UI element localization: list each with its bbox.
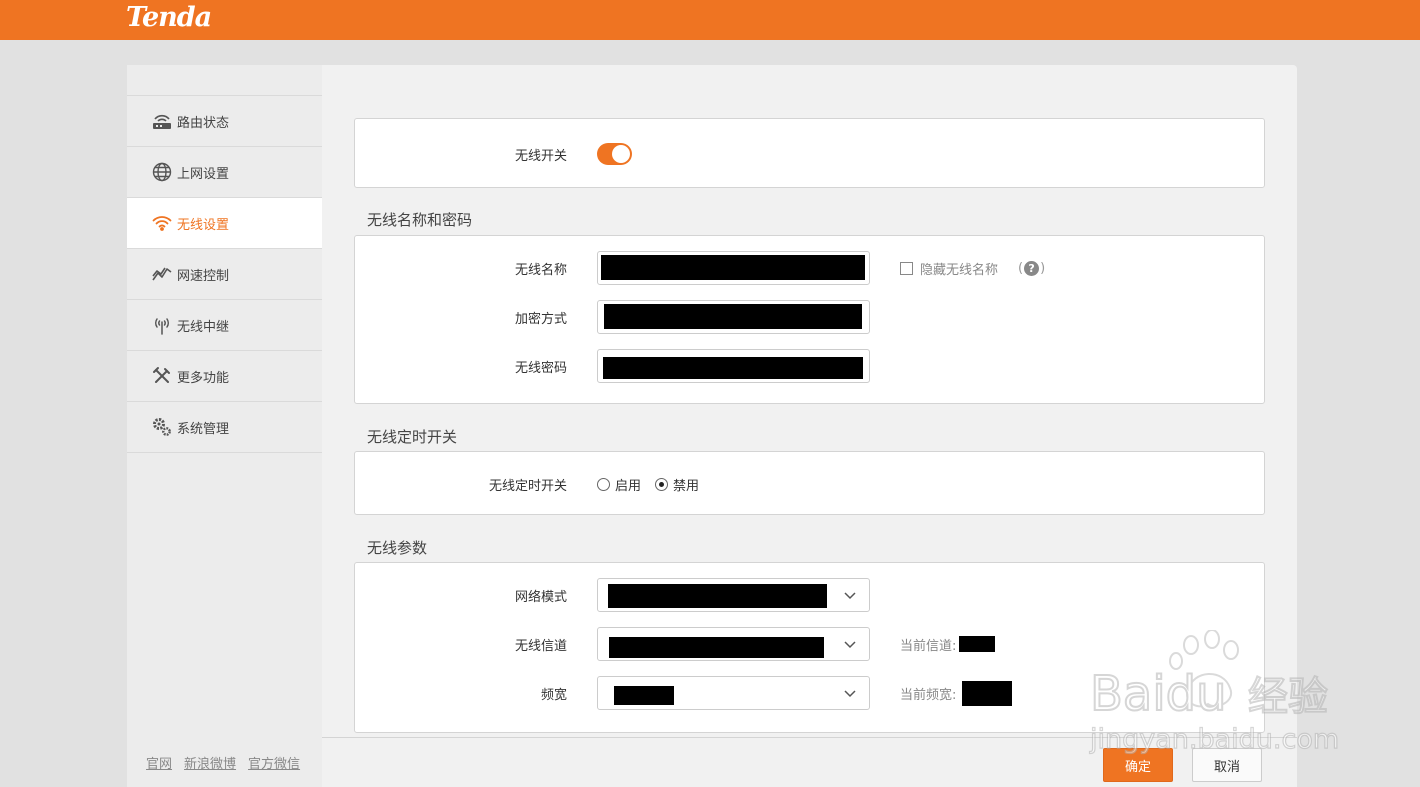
network-mode-row: 网络模式	[355, 578, 1264, 612]
ssid-input[interactable]	[597, 251, 870, 285]
weibo-link[interactable]: 新浪微博	[184, 753, 236, 772]
network-mode-select[interactable]	[597, 578, 870, 612]
wireless-switch-card: 无线开关	[354, 118, 1265, 188]
bandwidth-select[interactable]	[597, 676, 870, 710]
sidebar-item-label: 更多功能	[177, 370, 230, 386]
cancel-button[interactable]: 取消	[1192, 748, 1262, 782]
schedule-label: 无线定时开关	[488, 478, 567, 494]
bandwidth-row: 频宽 当前频宽:	[355, 676, 1264, 710]
sidebar-nav: 路由状态 上网设置 无线设置 网速控制 无线中继 更多功能 系统管理	[127, 95, 322, 453]
wireless-switch-label: 无线开关	[514, 148, 567, 164]
gears-icon	[151, 416, 173, 438]
official-site-link[interactable]: 官网	[146, 753, 172, 772]
sidebar-item-label: 路由状态	[177, 115, 230, 131]
params-section-title: 无线参数	[367, 539, 428, 557]
encryption-label: 加密方式	[514, 311, 567, 327]
sidebar-item-more-features[interactable]: 更多功能	[127, 351, 322, 402]
encryption-row: 加密方式	[355, 300, 1264, 334]
sidebar-item-router-status[interactable]: 路由状态	[127, 96, 322, 147]
bandwidth-label: 频宽	[540, 687, 567, 703]
schedule-disable-label: 禁用	[673, 478, 700, 494]
action-bar: 确定 取消	[322, 737, 1297, 787]
tools-icon	[151, 365, 173, 387]
header-bar: Tenda	[0, 0, 1420, 40]
current-channel-info: 当前信道:	[900, 635, 996, 654]
hide-ssid-checkbox[interactable]	[900, 261, 913, 275]
redacted-network-mode	[608, 584, 827, 608]
redacted-encryption	[604, 304, 862, 329]
confirm-button[interactable]: 确定	[1103, 748, 1173, 782]
schedule-card: 无线定时开关 启用 禁用	[354, 451, 1265, 515]
password-input[interactable]	[597, 349, 870, 383]
ssid-card: 无线名称 隐藏无线名称 (?) 加密方式 无线密码	[354, 235, 1265, 404]
wireless-switch-toggle[interactable]	[597, 143, 632, 165]
schedule-enable-radio[interactable]	[597, 477, 610, 491]
chevron-down-icon	[844, 641, 856, 649]
sidebar-item-internet[interactable]: 上网设置	[127, 147, 322, 198]
ssid-label: 无线名称	[514, 262, 567, 278]
sidebar-item-system[interactable]: 系统管理	[127, 402, 322, 453]
globe-icon	[151, 161, 173, 183]
channel-label: 无线信道	[514, 638, 567, 654]
channel-select[interactable]	[597, 627, 870, 661]
current-channel-label: 当前信道:	[900, 638, 957, 654]
password-row: 无线密码	[355, 349, 1264, 383]
params-card: 网络模式 无线信道 当前信道: 频宽 当前频宽:	[354, 562, 1265, 733]
schedule-row: 无线定时开关 启用 禁用	[355, 467, 1264, 501]
sidebar-item-label: 上网设置	[177, 166, 230, 182]
wifi-icon	[151, 212, 173, 234]
speed-chart-icon	[151, 263, 173, 285]
chevron-down-icon	[844, 592, 856, 600]
ssid-row: 无线名称 隐藏无线名称 (?)	[355, 251, 1264, 285]
antenna-icon	[151, 314, 173, 336]
sidebar-item-speed-control[interactable]: 网速控制	[127, 249, 322, 300]
wireless-switch-row: 无线开关	[355, 137, 1264, 171]
sidebar-item-wireless[interactable]: 无线设置	[127, 198, 322, 249]
main-panel: 无线开关 无线名称和密码 无线名称 隐藏无线名称 (?) 加密方式 无线密码 无…	[322, 65, 1297, 787]
redacted-ssid	[601, 255, 865, 280]
sidebar-item-label: 网速控制	[177, 268, 230, 284]
schedule-radio-group: 启用 禁用	[597, 475, 699, 494]
redacted-current-channel	[959, 636, 996, 652]
schedule-disable-radio[interactable]	[655, 477, 669, 491]
redacted-bandwidth	[614, 686, 674, 705]
sidebar-footer-links: 官网 新浪微博 官方微信	[146, 753, 300, 772]
redacted-channel	[609, 637, 824, 658]
schedule-enable-label: 启用	[615, 478, 642, 494]
network-mode-label: 网络模式	[514, 589, 567, 605]
redacted-current-bandwidth	[962, 680, 1013, 706]
sidebar-item-label: 系统管理	[177, 421, 230, 437]
hide-ssid-option: 隐藏无线名称 (?)	[900, 259, 1045, 278]
ssid-section-title: 无线名称和密码	[367, 211, 473, 229]
sidebar-item-label: 无线设置	[177, 217, 230, 233]
current-bandwidth-label: 当前频宽:	[900, 687, 957, 703]
chevron-down-icon	[844, 690, 856, 698]
wechat-link[interactable]: 官方微信	[248, 753, 300, 772]
schedule-disable-option[interactable]: 禁用	[655, 475, 699, 494]
channel-row: 无线信道 当前信道:	[355, 627, 1264, 661]
router-icon	[151, 110, 173, 132]
help-tooltip[interactable]: (?)	[1018, 260, 1045, 276]
sidebar-item-label: 无线中继	[177, 319, 230, 335]
redacted-password	[603, 357, 863, 379]
current-bandwidth-info: 当前频宽:	[900, 680, 1013, 706]
encryption-select[interactable]	[597, 300, 870, 334]
sidebar-item-repeater[interactable]: 无线中继	[127, 300, 322, 351]
password-label: 无线密码	[514, 360, 567, 376]
hide-ssid-label: 隐藏无线名称	[920, 262, 999, 278]
schedule-section-title: 无线定时开关	[367, 428, 458, 446]
schedule-enable-option[interactable]: 启用	[597, 475, 641, 494]
sidebar: 路由状态 上网设置 无线设置 网速控制 无线中继 更多功能 系统管理 官网 新浪…	[127, 65, 322, 787]
help-icon: ?	[1024, 260, 1040, 276]
toggle-knob	[612, 145, 630, 163]
tenda-logo[interactable]: Tenda	[126, 2, 212, 33]
